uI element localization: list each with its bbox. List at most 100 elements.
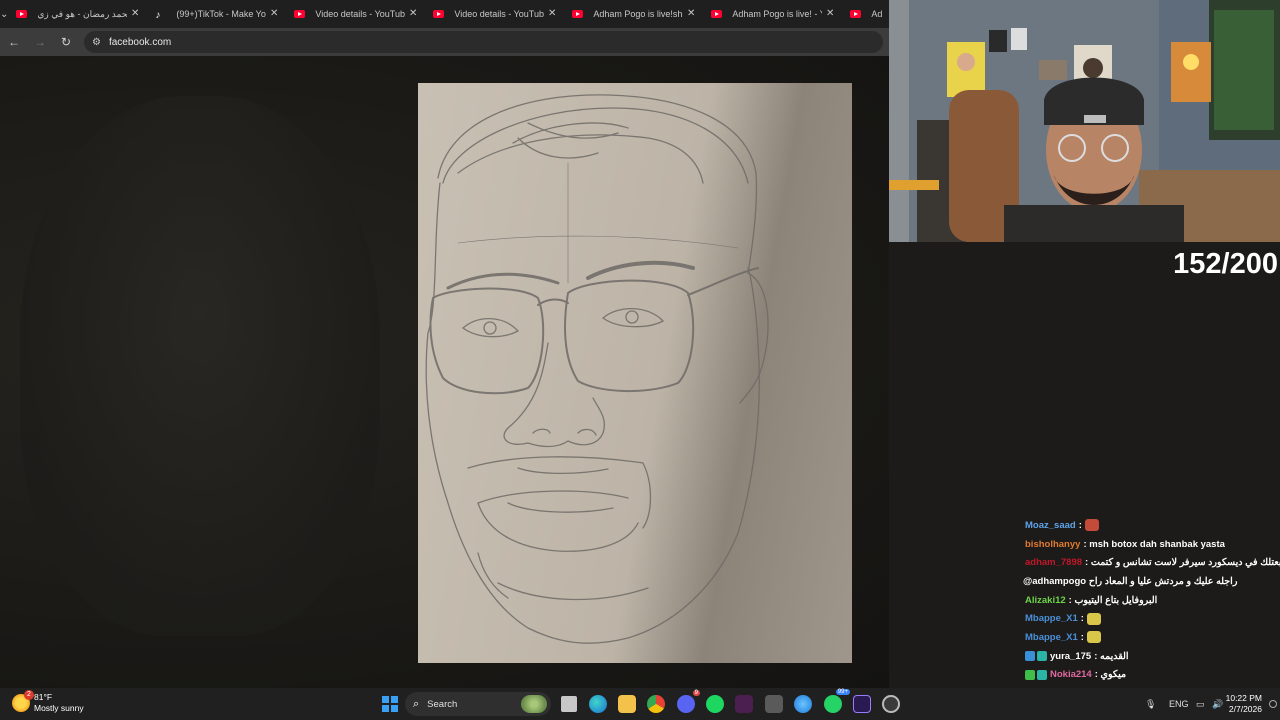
weather-badge: 2 (24, 690, 34, 700)
chat-username: Moaz_saad (1025, 519, 1076, 531)
close-tab-icon[interactable]: ✕ (409, 8, 417, 19)
weather-widget[interactable]: 2 81°F Mostly sunny (12, 690, 84, 714)
close-tab-icon[interactable]: ✕ (687, 8, 695, 19)
browser-tab[interactable]: Video details - YouTube S ✕ (425, 0, 564, 28)
chat-text: : القديمه (1094, 650, 1129, 662)
tab-search-button[interactable]: ⌄ (0, 0, 8, 28)
chat-badge-icon (1037, 669, 1047, 680)
chat-username: yura_175 (1050, 650, 1092, 662)
chat-text: : (1080, 631, 1084, 643)
chat-badge-icon (1025, 651, 1035, 662)
capcut-icon[interactable] (765, 695, 783, 713)
search-placeholder: Search (427, 698, 458, 710)
taskbar-search[interactable]: ⌕ Search (405, 692, 551, 716)
chat-message: adham_7898: يوجو أنا بعتلك في ديسكورد سي… (1020, 553, 1280, 572)
youtube-icon (711, 10, 723, 18)
clock-time: 10:22 PM (1225, 693, 1262, 703)
vscode-purple-app-icon[interactable] (735, 695, 753, 713)
youtube-icon (433, 10, 445, 18)
chat-message: Mbappe_X1: (1020, 609, 1280, 628)
chat-username: Nokia214 (1050, 669, 1092, 681)
task-view-icon[interactable] (561, 696, 577, 712)
spotify-icon[interactable] (706, 695, 724, 713)
screen: ⌄ محمد رمضان - هو في زي ✕ ♪ (99+)TikTok - M… (0, 0, 1280, 720)
chat-badge-icon (1037, 651, 1047, 662)
browser-tab[interactable]: Ad (842, 0, 889, 28)
browser-tab-strip: ⌄ محمد رمضان - هو في زي ✕ ♪ (99+)TikTok - M… (0, 0, 889, 28)
webcam-scene (889, 0, 1280, 242)
search-icon: ⌕ (413, 697, 420, 710)
network-icon[interactable]: ▭ (1196, 688, 1205, 720)
tab-title: Adham Pogo is live!shbsh (593, 9, 683, 19)
browser-toolbar: ← → ↻ ⚙ facebook.com (0, 28, 889, 56)
chat-username: Mbappe_X1 (1025, 613, 1078, 625)
sketch-drawing (425, 94, 769, 644)
chat-message: Alizaki12: البروفايل بتاع اليتيوب (1020, 591, 1280, 610)
premiere-pro-icon[interactable] (853, 695, 871, 713)
chat-username: adham_7898 (1025, 557, 1083, 569)
browser-tab[interactable]: Adham Pogo is live!shbsh ✕ (564, 0, 703, 28)
search-highlight-image (521, 695, 547, 713)
clock-date: 2/7/2026 (1228, 704, 1262, 714)
chat-message: yura_175: القديمه (1020, 647, 1280, 666)
youtube-icon (572, 10, 584, 18)
discord-badge: 9 (692, 690, 700, 696)
close-tab-icon[interactable]: ✕ (548, 8, 556, 19)
weather-description: Mostly sunny (34, 703, 84, 713)
blurred-background-image (20, 96, 380, 636)
volume-icon[interactable]: 🔊 (1212, 688, 1223, 720)
tab-title: Video details - YouTube S (454, 9, 544, 19)
chat-message: Moaz_saad: (1020, 516, 1280, 535)
obs-icon[interactable] (882, 695, 900, 713)
taskbar-clock[interactable]: 10:22 PM 2/7/2026 (1226, 693, 1262, 715)
youtube-icon (16, 10, 28, 18)
chrome-icon[interactable] (647, 695, 665, 713)
address-bar[interactable]: ⚙ facebook.com (84, 31, 883, 53)
chat-text: : ميكوي (1094, 669, 1127, 681)
whatsapp-icon[interactable]: 99+ (824, 689, 850, 713)
tiktok-icon: ♪ (155, 10, 161, 21)
chat-username: Mbappe_X1 (1025, 631, 1078, 643)
notification-icon[interactable] (1269, 700, 1277, 708)
edge-icon[interactable] (589, 695, 607, 713)
browser-tab[interactable]: ♪ (99+)TikTok - Make Your ✕ (147, 0, 286, 28)
mic-icon[interactable]: 🎙 (1145, 688, 1156, 720)
site-settings-icon[interactable]: ⚙ (92, 37, 101, 48)
tab-title: Adham Pogo is live! - You (732, 9, 822, 19)
whatsapp-badge: 99+ (835, 689, 850, 695)
chat-text: : (1078, 519, 1082, 531)
browser-tab[interactable]: Video details - YouTube S ✕ (286, 0, 425, 28)
chat-message: Mbappe_X1: (1020, 628, 1280, 647)
photo-viewer (0, 56, 889, 688)
tab-title: Ad (871, 9, 883, 19)
chat-message: Nokia214: ميكوي (1020, 666, 1280, 685)
close-tab-icon[interactable]: ✕ (270, 8, 278, 19)
chat-message: bisholhanyy: msh botox dah shanbak yasta (1020, 535, 1280, 554)
forward-button[interactable]: → (28, 28, 52, 56)
back-button[interactable]: ← (2, 28, 26, 56)
discord-icon[interactable]: 9 (677, 690, 700, 713)
chat-username: bisholhanyy (1025, 538, 1081, 550)
url-text: facebook.com (108, 36, 172, 48)
tab-title: (99+)TikTok - Make Your (176, 9, 267, 19)
chat-username: Alizaki12 (1025, 594, 1066, 606)
chat-badge-icon (1025, 669, 1035, 680)
pencil-sketch-photo[interactable] (418, 83, 852, 663)
browser-app-icon[interactable] (794, 695, 812, 713)
close-tab-icon[interactable]: ✕ (826, 8, 834, 19)
browser-tab[interactable]: محمد رمضان - هو في زي ✕ (8, 0, 147, 28)
goal-counter: 152/200 (1173, 248, 1278, 280)
chat-text: : (1080, 613, 1084, 625)
chat-emote-icon (1084, 519, 1099, 532)
chat-text: : msh botox dah shanbak yasta (1083, 538, 1225, 550)
browser-tab[interactable]: Adham Pogo is live! - You ✕ (703, 0, 842, 28)
sun-icon: 2 (12, 690, 34, 712)
language-indicator[interactable]: ENG (1169, 688, 1189, 720)
chat-message-continuation: @adhampogo راجله عليك و مردتش عليا و الم… (1023, 575, 1238, 587)
close-tab-icon[interactable]: ✕ (131, 8, 139, 19)
start-button[interactable] (382, 696, 398, 712)
youtube-icon (294, 10, 306, 18)
youtube-icon (850, 10, 862, 18)
reload-button[interactable]: ↻ (54, 28, 78, 56)
file-explorer-icon[interactable] (618, 695, 636, 713)
